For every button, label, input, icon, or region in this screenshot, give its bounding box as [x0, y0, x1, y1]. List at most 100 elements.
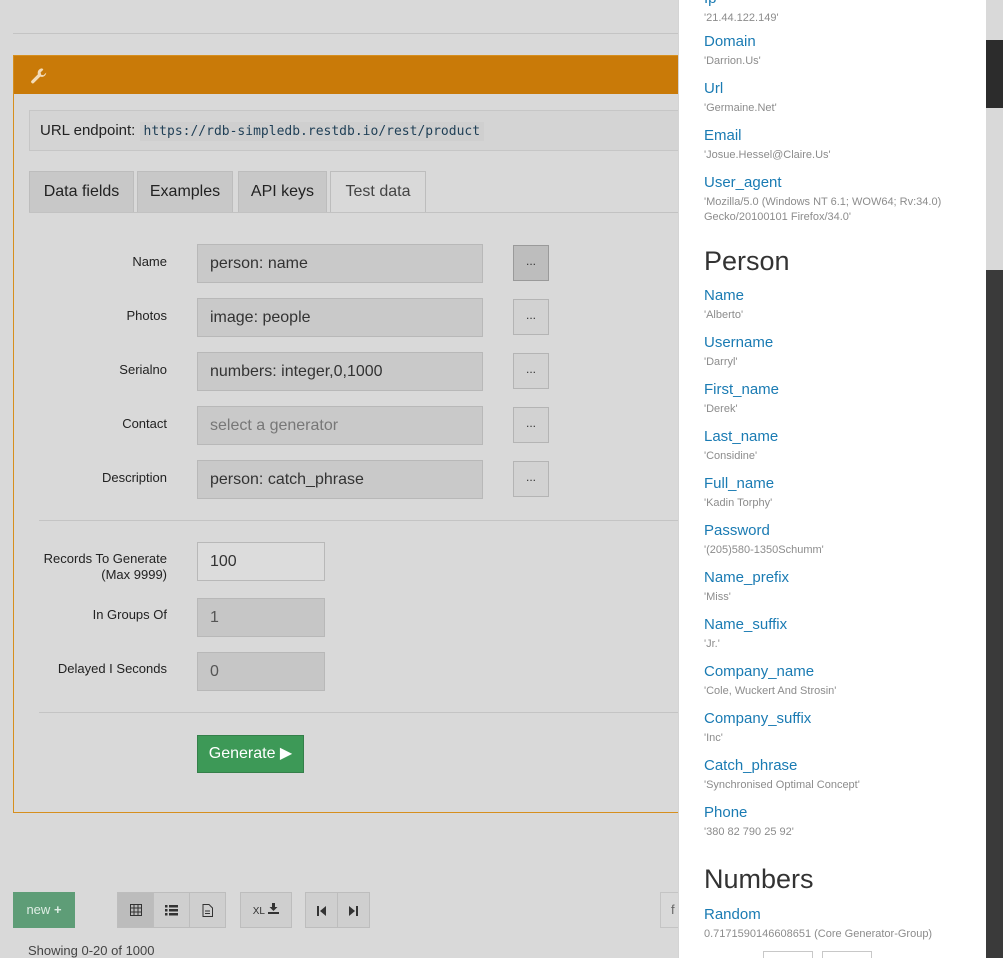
tab-examples[interactable]: Examples: [137, 171, 233, 212]
groups-input[interactable]: 1: [197, 598, 325, 637]
generator-item[interactable]: Name 'Alberto': [704, 287, 974, 323]
generator-name[interactable]: Company_name: [704, 663, 974, 681]
record-count-text: Showing 0-20 of 1000: [28, 943, 155, 958]
generator-item[interactable]: Name_suffix 'Jr.': [704, 616, 974, 652]
generator-example: 'Jr.': [704, 638, 720, 650]
fields-divider: [39, 520, 689, 521]
excel-label: XL: [252, 906, 265, 917]
field-input-name[interactable]: person: name: [197, 244, 483, 283]
generator-name[interactable]: Random: [704, 906, 974, 924]
generator-name[interactable]: Name_prefix: [704, 569, 974, 587]
generator-picker-button-photos[interactable]: ...: [513, 299, 549, 335]
panel-header: [14, 56, 692, 94]
tab-underline: [29, 212, 689, 213]
generator-example: 'Mozilla/5.0 (Windows NT 6.1; WOW64; Rv:…: [704, 196, 942, 223]
generator-example: 'Germaine.Net': [704, 102, 777, 114]
export-excel-button[interactable]: XL: [240, 892, 292, 928]
background-window-edge-lower: [986, 270, 1003, 958]
field-input-contact[interactable]: select a generator: [197, 406, 483, 445]
generator-example: 'Kadin Torphy': [704, 497, 773, 509]
generator-picker-button-description[interactable]: ...: [513, 461, 549, 497]
url-endpoint-value[interactable]: https://rdb-simpledb.restdb.io/rest/prod…: [139, 122, 485, 141]
generator-name[interactable]: Catch_phrase: [704, 757, 974, 775]
generator-item[interactable]: Catch_phrase 'Synchronised Optimal Concep…: [704, 757, 974, 793]
field-label-photos: Photos: [126, 308, 167, 323]
generator-name[interactable]: User_agent: [704, 174, 974, 192]
field-input-description[interactable]: person: catch_phrase: [197, 460, 483, 499]
plus-icon: +: [53, 902, 62, 917]
partial-input[interactable]: [763, 951, 813, 958]
generator-example: 'Considine': [704, 450, 758, 462]
list-view-button[interactable]: [153, 892, 190, 928]
generator-item[interactable]: Random 0.7171590146608651 (Core Generator…: [704, 906, 974, 942]
wrench-icon: [31, 68, 47, 84]
field-label-description: Description: [101, 470, 167, 485]
generator-name[interactable]: Phone: [704, 804, 974, 822]
generator-example: 'Alberto': [704, 309, 744, 321]
generator-name[interactable]: Company_suffix: [704, 710, 974, 728]
generator-item[interactable]: Username 'Darryl': [704, 334, 974, 370]
generator-name[interactable]: Full_name: [704, 475, 974, 493]
generator-name[interactable]: Name_suffix: [704, 616, 974, 634]
generator-name[interactable]: Email: [704, 127, 974, 145]
generator-ip[interactable]: Ip: [704, 0, 717, 7]
skip-back-icon: [317, 906, 326, 916]
generator-list-panel[interactable]: Ip '21.44.122.149' Domain 'Darrion.Us' Url…: [678, 0, 986, 958]
settings-divider: [39, 712, 689, 713]
field-input-photos[interactable]: image: people: [197, 298, 483, 337]
new-record-label: new: [26, 902, 51, 917]
generator-name[interactable]: First_name: [704, 381, 974, 399]
generator-item[interactable]: Full_name 'Kadin Torphy': [704, 475, 974, 511]
partial-input[interactable]: [822, 951, 872, 958]
generator-item[interactable]: Company_suffix 'Inc': [704, 710, 974, 746]
generator-example: 'Derek': [704, 403, 738, 415]
field-input-serialno[interactable]: numbers: integer,0,1000: [197, 352, 483, 391]
generator-item[interactable]: Phone '380 82 790 25 92': [704, 804, 974, 840]
generator-ip-example-row: '21.44.122.149': [704, 8, 974, 26]
generator-item[interactable]: User_agent 'Mozilla/5.0 (Windows NT 6.1; …: [704, 174, 974, 225]
generator-name[interactable]: Url: [704, 80, 974, 98]
records-input[interactable]: 100: [197, 542, 325, 581]
generator-name[interactable]: Last_name: [704, 428, 974, 446]
field-label-contact: Contact: [122, 416, 167, 431]
tab-data-fields[interactable]: Data fields: [29, 171, 134, 212]
document-icon: [202, 904, 213, 917]
generator-item[interactable]: Name_prefix 'Miss': [704, 569, 974, 605]
generator-item[interactable]: Domain 'Darrion.Us': [704, 33, 974, 69]
generator-item[interactable]: Password '(205)580-1350Schumm': [704, 522, 974, 558]
generator-item[interactable]: Last_name 'Considine': [704, 428, 974, 464]
records-label-max: (Max 9999): [101, 567, 167, 582]
new-record-button[interactable]: new +: [13, 892, 75, 928]
generator-example: '21.44.122.149': [704, 12, 779, 24]
generator-example: 'Inc': [704, 732, 723, 744]
top-divider: [13, 33, 678, 34]
download-icon: [268, 903, 280, 914]
list-icon: [165, 905, 178, 916]
generator-example: 0.7171590146608651 (Core Generator-Group…: [704, 928, 933, 940]
generator-name[interactable]: Password: [704, 522, 974, 540]
first-page-button[interactable]: [305, 892, 338, 928]
generate-button[interactable]: Generate ▶: [197, 735, 304, 773]
generator-item[interactable]: Url 'Germaine.Net': [704, 80, 974, 116]
records-label-text: Records To Generate: [43, 551, 167, 566]
generator-example: '380 82 790 25 92': [704, 826, 794, 838]
generator-name[interactable]: Name: [704, 287, 974, 305]
delay-label: Delayed I Seconds: [57, 661, 167, 676]
tab-test-data[interactable]: Test data: [330, 171, 426, 213]
generator-picker-button-contact[interactable]: ...: [513, 407, 549, 443]
generator-item[interactable]: Email 'Josue.Hessel@Claire.Us': [704, 127, 974, 163]
next-page-button[interactable]: [337, 892, 370, 928]
url-endpoint-label: URL endpoint:: [40, 122, 136, 139]
grid-view-button[interactable]: [117, 892, 154, 928]
generator-item[interactable]: Company_name 'Cole, Wuckert And Strosin': [704, 663, 974, 699]
generator-name[interactable]: Username: [704, 334, 974, 352]
delay-input[interactable]: 0: [197, 652, 325, 691]
card-view-button[interactable]: [189, 892, 226, 928]
field-label-serialno: Serialno: [119, 362, 167, 377]
field-label-name: Name: [132, 254, 167, 269]
generator-item[interactable]: First_name 'Derek': [704, 381, 974, 417]
generator-picker-button-serialno[interactable]: ...: [513, 353, 549, 389]
generator-name[interactable]: Domain: [704, 33, 974, 51]
tab-api-keys[interactable]: API keys: [238, 171, 327, 212]
generator-picker-button-name[interactable]: ...: [513, 245, 549, 281]
